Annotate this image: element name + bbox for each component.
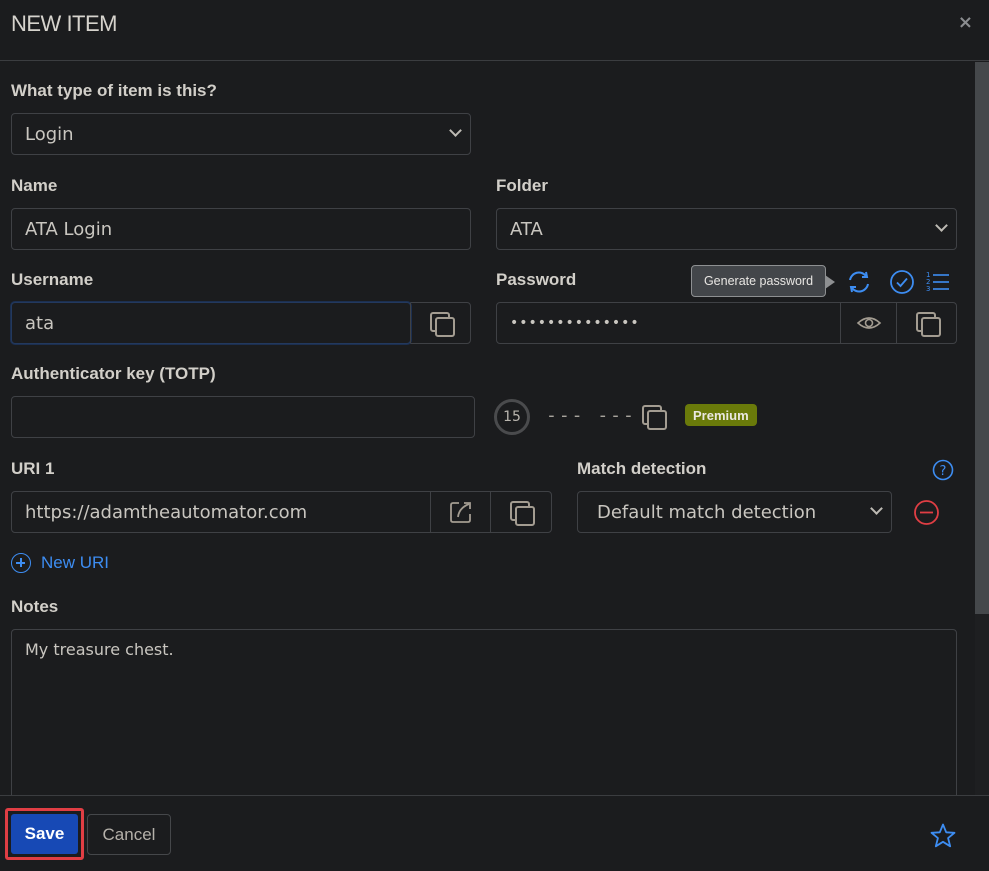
password-group: •••••••••••••• [496, 302, 957, 344]
scrollbar-thumb[interactable] [975, 62, 989, 614]
copy-password-button[interactable] [896, 303, 956, 343]
item-type-value: Login [25, 123, 74, 145]
totp-countdown: 15 [494, 399, 530, 435]
username-value: ata [25, 312, 55, 334]
copy-totp-icon[interactable] [642, 405, 667, 430]
svg-text:?: ? [940, 464, 947, 479]
launch-uri-button[interactable] [430, 492, 490, 532]
match-detection-label: Match detection [577, 459, 707, 478]
copy-icon [510, 501, 535, 526]
folder-value: ATA [510, 218, 543, 240]
username-label: Username [11, 270, 94, 289]
save-highlight: Save [5, 808, 84, 860]
uri-label: URI 1 [11, 459, 55, 478]
match-detection-value: Default match detection [597, 501, 817, 523]
toggle-password-visibility-button[interactable] [840, 303, 896, 343]
name-label: Name [11, 176, 58, 195]
folder-select[interactable]: ATA [496, 208, 957, 250]
check-password-icon[interactable] [889, 269, 915, 295]
premium-badge: Premium [685, 404, 757, 426]
svg-text:3: 3 [926, 285, 930, 293]
password-history-icon[interactable]: 1 2 3 [925, 270, 951, 294]
copy-username-button[interactable] [410, 303, 471, 343]
new-uri-button[interactable]: New URI [11, 553, 109, 573]
scrollbar[interactable] [975, 62, 989, 795]
favorite-star-icon[interactable] [929, 822, 957, 850]
save-button[interactable]: Save [11, 814, 78, 854]
uri-group: https://adamtheautomator.com [11, 491, 552, 533]
copy-icon [430, 312, 455, 337]
remove-uri-icon[interactable] [913, 499, 940, 526]
folder-label: Folder [496, 176, 548, 195]
username-input[interactable]: ata [11, 302, 411, 344]
generate-password-icon[interactable] [846, 269, 872, 295]
totp-label: Authenticator key (TOTP) [11, 364, 216, 383]
eye-icon [856, 317, 881, 329]
item-type-select[interactable]: Login [11, 113, 471, 155]
item-type-label: What type of item is this? [11, 81, 217, 100]
username-group: ata [11, 302, 471, 344]
totp-code: --- --- [546, 405, 636, 426]
external-link-icon [449, 502, 471, 523]
close-icon[interactable]: × [958, 12, 973, 33]
new-uri-label: New URI [41, 553, 110, 572]
name-input[interactable]: ATA Login [11, 208, 471, 250]
notes-label: Notes [11, 597, 59, 616]
help-icon[interactable]: ? [932, 459, 954, 481]
generate-password-tooltip: Generate password [691, 265, 835, 297]
copy-icon [915, 312, 941, 337]
notes-textarea[interactable]: My treasure chest. [11, 629, 957, 799]
cancel-button[interactable]: Cancel [87, 814, 171, 855]
dialog-header: NEW ITEM × [0, 0, 989, 61]
name-value: ATA Login [25, 218, 113, 240]
copy-uri-button[interactable] [490, 492, 551, 532]
totp-input[interactable] [11, 396, 475, 438]
password-label: Password [496, 270, 577, 289]
dialog-title: NEW ITEM [11, 11, 118, 36]
add-circle-icon [11, 553, 31, 573]
match-detection-select[interactable]: Default match detection [577, 491, 892, 533]
